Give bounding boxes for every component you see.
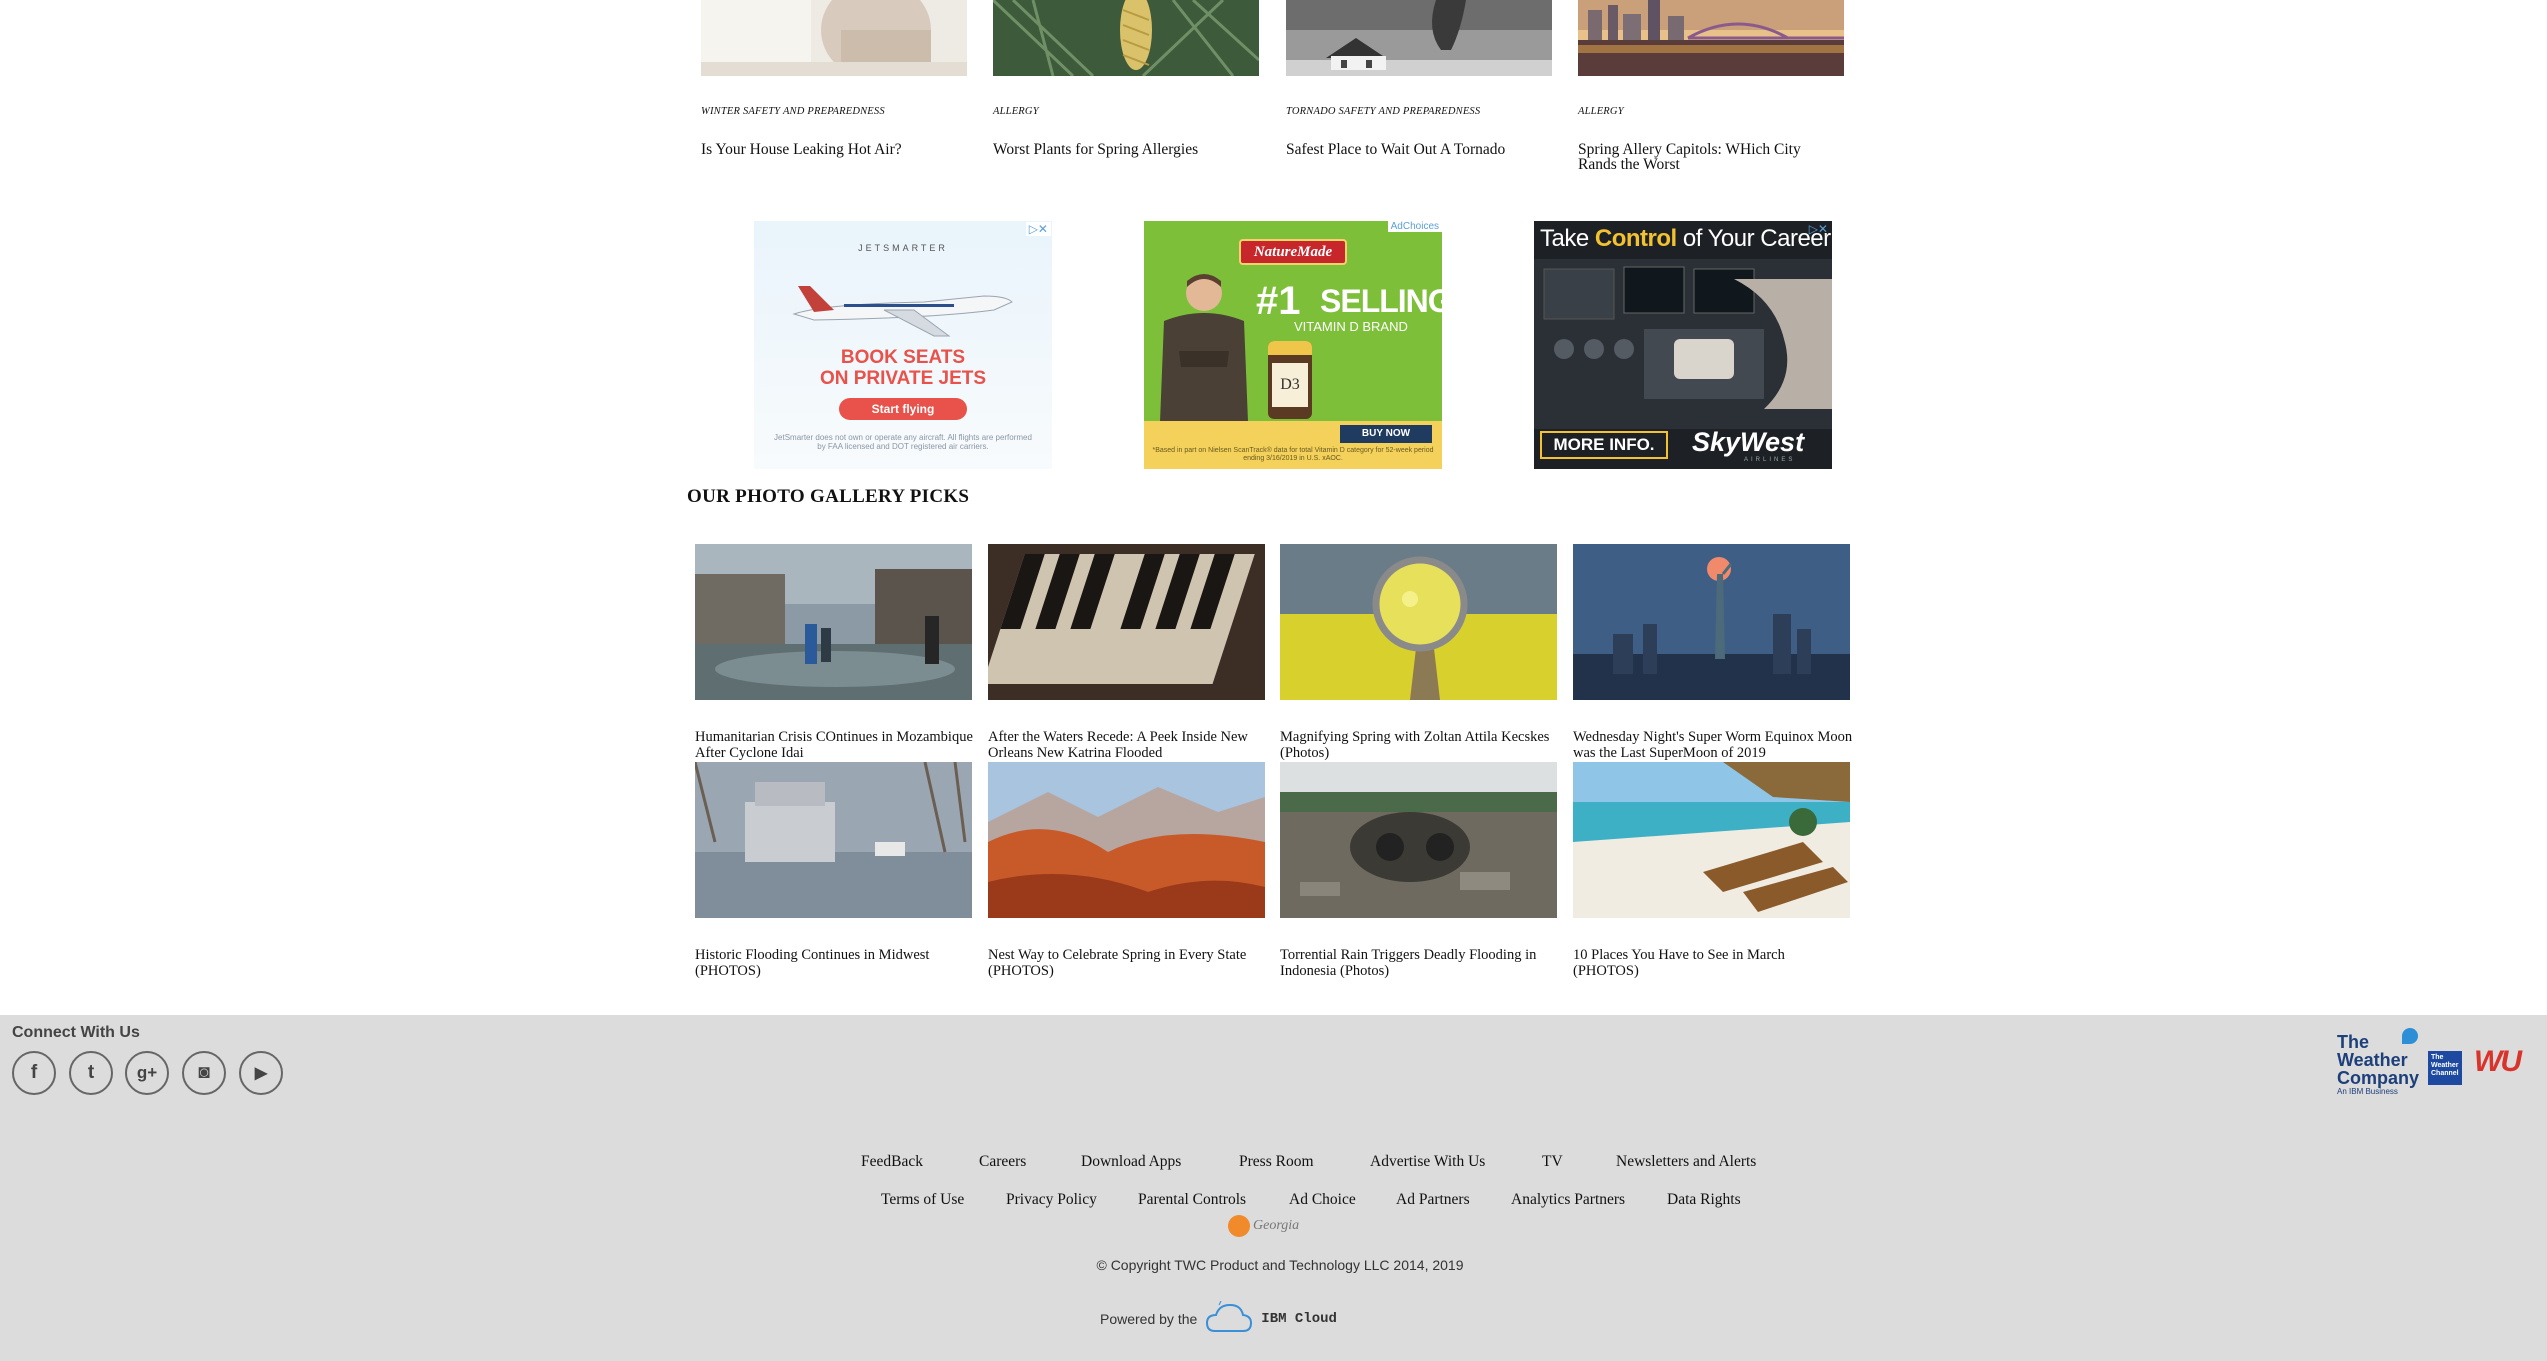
ad-bottom-band: BUY NOW *Based in part on Nielsen ScanTr… — [1144, 421, 1442, 469]
ad-line: SELLING — [1320, 283, 1442, 319]
gallery-thumb-magnify[interactable] — [1280, 544, 1557, 700]
weather-channel-logo[interactable]: The Weather Channel — [2428, 1051, 2462, 1085]
footer-link-parental[interactable]: Parental Controls — [1138, 1191, 1246, 1209]
gallery-thumb-piano[interactable] — [988, 544, 1265, 700]
ibm-cloud-label[interactable]: IBM Cloud — [1261, 1311, 1337, 1327]
facebook-icon[interactable]: f — [12, 1051, 56, 1095]
adchoices-icon[interactable]: ▷✕ — [1025, 222, 1051, 236]
ad-brand: JETSMARTER — [858, 243, 948, 253]
gallery-thumb-flooding[interactable] — [695, 762, 972, 918]
copyright: © Copyright TWC Product and Technology L… — [1096, 1257, 1464, 1273]
ad-rank: #1 — [1256, 279, 1301, 323]
article-title[interactable]: Spring Allery Capitols: WHich City Rands… — [1578, 142, 1828, 173]
bottle-label: D3 — [1272, 363, 1308, 407]
powered-by: Powered by the IBM Cloud — [1100, 1301, 1337, 1337]
article-thumb-city[interactable] — [1578, 0, 1844, 76]
wunderground-logo[interactable]: WU — [2474, 1045, 2522, 1079]
twc-logo-sub: An IBM Business — [2337, 1087, 2398, 1096]
article-thumb-tornado[interactable] — [1286, 0, 1552, 76]
gallery-thumb-indonesia[interactable] — [1280, 762, 1557, 918]
naturemade-logo: NatureMade — [1239, 239, 1347, 265]
peach-icon — [1228, 1215, 1250, 1237]
footer-link-terms[interactable]: Terms of Use — [881, 1191, 964, 1209]
footer: Connect With Us f t g+ ◙ ▶ The Weather C… — [0, 1015, 2547, 1361]
georgia-logo[interactable]: Georgia — [1228, 1215, 1299, 1237]
twc-logo-line: Weather — [2337, 1050, 2408, 1070]
google-plus-icon[interactable]: g+ — [125, 1051, 169, 1095]
ad-headline: ON PRIVATE JETS — [819, 368, 987, 389]
footer-link-feedback[interactable]: FeedBack — [861, 1153, 923, 1171]
gallery-caption[interactable]: After the Waters Recede: A Peek Inside N… — [988, 729, 1268, 761]
instagram-icon[interactable]: ◙ — [182, 1051, 226, 1095]
gallery-thumb-mozambique[interactable] — [695, 544, 972, 700]
gallery-thumb-beach[interactable] — [1573, 762, 1850, 918]
footer-link-privacy[interactable]: Privacy Policy — [1006, 1191, 1097, 1209]
more-info-button[interactable]: MORE INFO. — [1540, 431, 1668, 459]
footer-link-newsletters[interactable]: Newsletters and Alerts — [1616, 1153, 1756, 1171]
gallery-caption[interactable]: Magnifying Spring with Zoltan Attila Kec… — [1280, 729, 1560, 761]
footer-link-press-room[interactable]: Press Room — [1239, 1153, 1314, 1171]
gallery-caption[interactable]: 10 Places You Have to See in March (PHOT… — [1573, 947, 1853, 979]
article-category[interactable]: WINTER SAFETY AND PREPAREDNESS — [701, 106, 885, 117]
twitter-icon[interactable]: t — [69, 1051, 113, 1095]
article-category[interactable]: ALLERGY — [1578, 106, 1624, 117]
footer-link-data-rights[interactable]: Data Rights — [1667, 1191, 1741, 1209]
article-thumb-house[interactable] — [701, 0, 967, 76]
vitamin-bottle: D3 — [1268, 341, 1312, 419]
gallery-caption[interactable]: Humanitarian Crisis COntinues in Mozambi… — [695, 729, 975, 761]
twc-logo-line: Company — [2337, 1068, 2420, 1088]
gallery-thumb-moon[interactable] — [1573, 544, 1850, 700]
gallery-caption[interactable]: Wednesday Night's Super Worm Equinox Moo… — [1573, 729, 1853, 761]
ad-headline: Take Control of Your Career — [1540, 225, 1831, 252]
article-category[interactable]: TORNADO SAFETY AND PREPAREDNESS — [1286, 106, 1480, 117]
footer-link-careers[interactable]: Careers — [979, 1153, 1026, 1171]
start-flying-button[interactable]: Start flying — [839, 398, 967, 420]
twc-drop-icon — [2402, 1028, 2418, 1044]
ad-headline: BOOK SEATS — [840, 347, 966, 368]
jet-image — [792, 286, 1013, 337]
ad-skywest[interactable]: ▷✕ Take Control of Your Career MORE INFO… — [1534, 221, 1832, 469]
footer-link-ad-choice[interactable]: Ad Choice — [1289, 1191, 1356, 1209]
gallery-caption[interactable]: Nest Way to Celebrate Spring in Every St… — [988, 947, 1268, 979]
ad-line: VITAMIN D BRAND — [1294, 319, 1408, 334]
ad-jetsmarter[interactable]: ▷✕ JETSMARTER BOOK SEATS ON PRIVATE JETS… — [754, 221, 1052, 469]
ad-naturemade[interactable]: AdChoices NatureMade #1 SELLING VITAMIN … — [1144, 221, 1442, 469]
article-title[interactable]: Is Your House Leaking Hot Air? — [701, 142, 967, 158]
gallery-title: OUR PHOTO GALLERY PICKS — [687, 486, 970, 507]
article-category[interactable]: ALLERGY — [993, 106, 1039, 117]
buy-now-button[interactable]: BUY NOW — [1340, 425, 1432, 443]
adchoices-label[interactable]: AdChoices — [1387, 221, 1442, 232]
youtube-icon[interactable]: ▶ — [239, 1051, 283, 1095]
footer-link-download-apps[interactable]: Download Apps — [1081, 1153, 1181, 1171]
connect-label: Connect With Us — [12, 1024, 140, 1041]
gallery-thumb-redrock[interactable] — [988, 762, 1265, 918]
footer-link-tv[interactable]: TV — [1542, 1153, 1563, 1171]
gallery-caption[interactable]: Historic Flooding Continues in Midwest (… — [695, 947, 975, 979]
footer-link-advertise[interactable]: Advertise With Us — [1370, 1153, 1485, 1171]
article-title[interactable]: Safest Place to Wait Out A Tornado — [1286, 142, 1552, 158]
georgia-label: Georgia — [1253, 1218, 1300, 1233]
gallery-caption[interactable]: Torrential Rain Triggers Deadly Flooding… — [1280, 947, 1560, 979]
article-thumb-pine[interactable] — [993, 0, 1259, 76]
cockpit-image — [1534, 259, 1832, 429]
skywest-logo-sub: AIRLINES — [1744, 457, 1796, 463]
ibm-cloud-icon — [1206, 1301, 1253, 1332]
footer-link-analytics[interactable]: Analytics Partners — [1511, 1191, 1625, 1209]
ad-footnote: *Based in part on Nielsen ScanTrack® dat… — [1152, 447, 1434, 462]
skywest-logo: SkyWest — [1692, 427, 1805, 457]
article-title[interactable]: Worst Plants for Spring Allergies — [993, 142, 1259, 158]
footer-link-ad-partners[interactable]: Ad Partners — [1396, 1191, 1470, 1209]
powered-by-label: Powered by the — [1100, 1311, 1198, 1327]
ad-disclaimer: JetSmarter does not own or operate any a… — [774, 433, 1032, 451]
